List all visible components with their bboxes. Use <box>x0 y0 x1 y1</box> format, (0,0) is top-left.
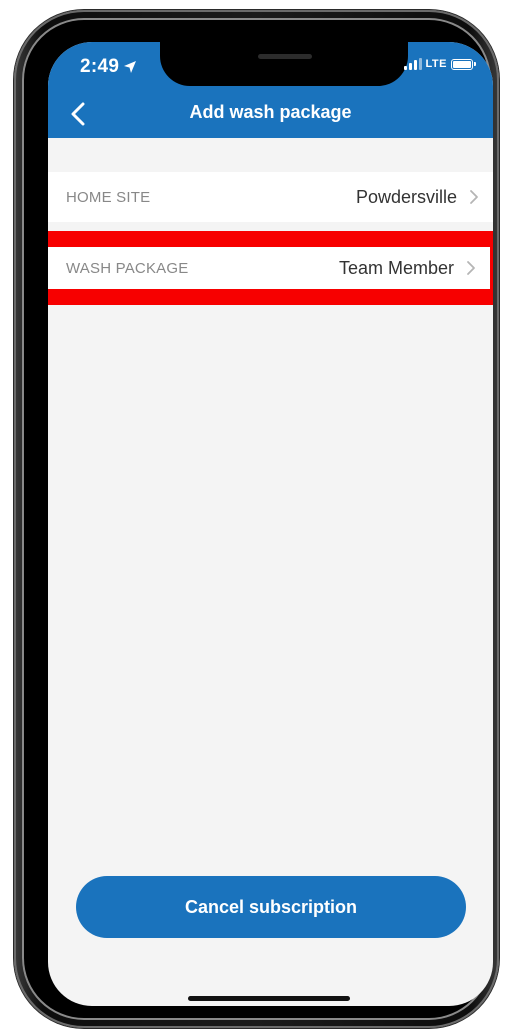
home-indicator[interactable] <box>188 996 350 1001</box>
app-screen: 2:49 LTE Add wash package HOME SITE Powd… <box>48 42 493 1006</box>
network-type-label: LTE <box>425 58 447 70</box>
page-title: Add wash package <box>189 102 352 122</box>
status-time: 2:49 <box>80 56 137 78</box>
status-time-text: 2:49 <box>80 56 120 77</box>
chevron-right-icon <box>467 261 475 275</box>
status-indicators: LTE <box>403 58 476 70</box>
wash-package-value: Team Member <box>338 257 454 278</box>
cancel-subscription-button[interactable]: Cancel subscription <box>76 876 466 938</box>
wash-package-label: WASH PACKAGE <box>66 259 189 277</box>
home-site-row[interactable]: HOME SITE Powdersville <box>48 172 493 222</box>
speaker-grille <box>258 54 312 59</box>
home-site-value: Powdersville <box>355 186 457 207</box>
wash-package-value-group: Team Member <box>339 258 476 279</box>
home-site-value-group: Powdersville <box>356 187 479 208</box>
location-arrow-icon <box>124 61 137 73</box>
device-notch <box>160 42 408 86</box>
battery-icon <box>451 58 476 70</box>
navigation-header: 2:49 LTE Add wash package <box>48 42 493 138</box>
home-site-label: HOME SITE <box>66 188 151 206</box>
wash-package-row[interactable]: WASH PACKAGE Team Member <box>48 247 490 289</box>
chevron-right-icon <box>470 190 478 204</box>
signal-icon <box>403 58 422 70</box>
